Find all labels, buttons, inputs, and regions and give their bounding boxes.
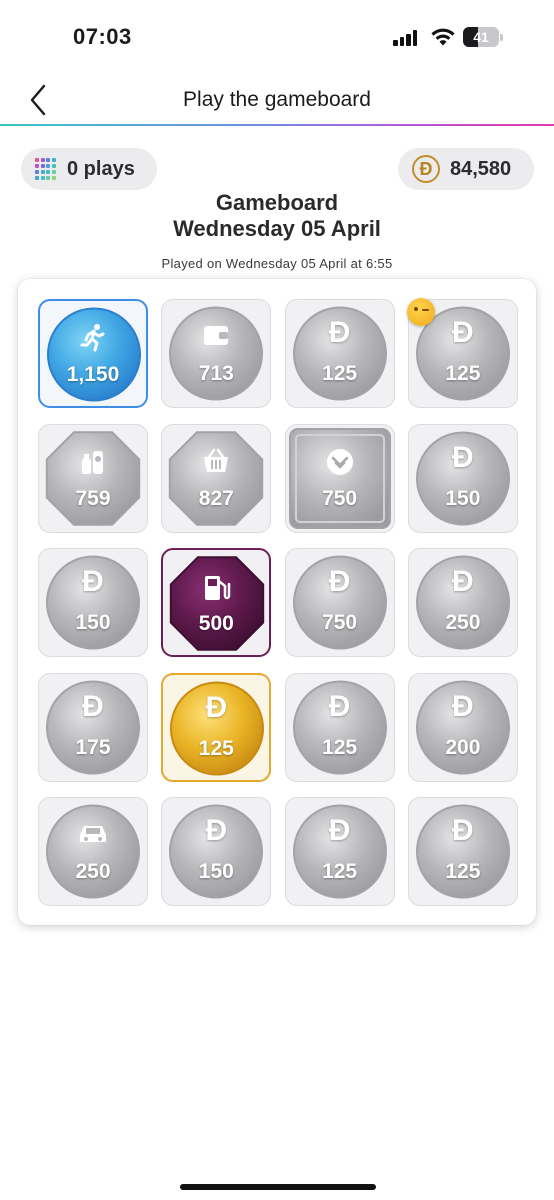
gameboard-tile[interactable]: Đ 125	[407, 797, 518, 907]
gameboard-tile[interactable]: 750	[284, 423, 395, 533]
wallet-icon	[162, 322, 270, 354]
tile-value: 175	[75, 735, 111, 759]
gameboard-tile[interactable]: 250	[38, 797, 148, 907]
tile-value: 500	[198, 612, 234, 636]
car-icon	[39, 820, 147, 852]
dirham-icon: Đ	[452, 814, 474, 848]
gameboard-tile[interactable]: 827	[161, 423, 272, 533]
gameboard-tile[interactable]: Đ 125	[284, 299, 395, 408]
tile-value: 150	[198, 860, 234, 884]
gameboard-tile[interactable]: Đ 175	[38, 672, 148, 782]
gameboard-date: Wednesday 05 April	[173, 216, 381, 241]
basket-icon	[162, 447, 270, 481]
tile-value: 750	[322, 611, 358, 635]
dirham-icon: Đ	[205, 814, 228, 848]
tile-value: 150	[445, 486, 481, 510]
tile-value: 125	[445, 362, 481, 385]
grid-icon	[35, 158, 57, 180]
dirham-icon: Đ	[452, 689, 474, 723]
cellular-signal-icon	[393, 30, 419, 46]
page-title: Play the gameboard	[183, 88, 371, 111]
dirham-icon: Đ	[205, 690, 228, 724]
dirham-icon: Đ	[452, 565, 474, 599]
plays-label: 0 plays	[67, 157, 135, 180]
points-balance: 84,580	[450, 157, 512, 180]
tile-value: 759	[75, 486, 111, 510]
tile-value: 150	[75, 611, 111, 635]
gameboard-tile[interactable]: 500	[161, 548, 272, 658]
tile-value: 750	[322, 486, 358, 510]
dirham-icon: Đ	[328, 689, 351, 723]
tile-value: 827	[198, 486, 234, 510]
battery-level: 41	[473, 29, 489, 45]
tile-value: 250	[75, 860, 111, 884]
battery-icon: 41	[463, 27, 503, 47]
gameboard-tile[interactable]: Đ 150	[38, 548, 148, 658]
status-bar: 07:03 41	[0, 0, 554, 70]
nav-bar: Play the gameboard	[0, 70, 554, 126]
home-indicator	[180, 1184, 376, 1190]
tile-value: 1,150	[66, 363, 120, 386]
gameboard-tile[interactable]: 713	[161, 299, 272, 408]
tile-value: 200	[445, 735, 481, 759]
gameboard-tile[interactable]: Đ 150	[407, 423, 518, 533]
gameboard-tile[interactable]: Đ 125	[284, 797, 395, 907]
gameboard-tile[interactable]: 759	[38, 423, 148, 533]
gameboard-tile[interactable]: Đ 125	[406, 298, 518, 408]
plays-counter-button[interactable]: 0 plays	[21, 148, 157, 190]
points-balance-button[interactable]: Đ 84,580	[398, 148, 534, 190]
tile-value: 713	[198, 362, 234, 385]
dirham-icon: Đ	[328, 814, 351, 848]
gameboard-tile[interactable]: 1,150	[38, 299, 148, 408]
dirham-icon: Đ	[452, 440, 474, 474]
gameboard-tile[interactable]: Đ 750	[284, 548, 395, 658]
logo-icon	[286, 447, 394, 483]
status-time: 07:03	[73, 24, 132, 49]
tile-value: 125	[198, 736, 234, 760]
tile-value: 125	[322, 362, 358, 385]
emoji-icon	[406, 298, 435, 326]
tile-value: 125	[322, 860, 358, 884]
gameboard-tile[interactable]: Đ 250	[407, 548, 518, 658]
gameboard-title: Gameboard	[215, 190, 339, 215]
dirham-icon: Đ	[82, 689, 104, 723]
gameboard-tile[interactable]: Đ 125	[161, 672, 272, 782]
dirham-icon: Đ	[412, 155, 440, 183]
dirham-icon: Đ	[328, 565, 351, 599]
runner-icon	[40, 323, 146, 359]
dirham-icon: Đ	[82, 565, 104, 599]
fuel-pump-icon	[163, 572, 269, 610]
tile-value: 125	[445, 860, 481, 884]
cosmetics-icon	[39, 447, 147, 483]
dirham-icon: Đ	[328, 316, 351, 349]
wifi-icon	[431, 28, 455, 46]
gameboard-tile[interactable]: Đ 125	[284, 672, 395, 782]
gameboard-tile[interactable]: Đ 200	[407, 672, 518, 782]
played-on-text: Played on Wednesday 05 April at 6:55	[161, 256, 393, 271]
tile-value: 125	[322, 735, 358, 759]
accent-divider	[0, 124, 554, 126]
tile-value: 250	[445, 611, 481, 635]
gameboard-tile[interactable]: Đ 150	[161, 797, 272, 907]
gameboard: 1,150 713 Đ 125 Đ 125 759 827 750 Đ 150 Đ 150 500 Đ 750…	[18, 279, 536, 925]
